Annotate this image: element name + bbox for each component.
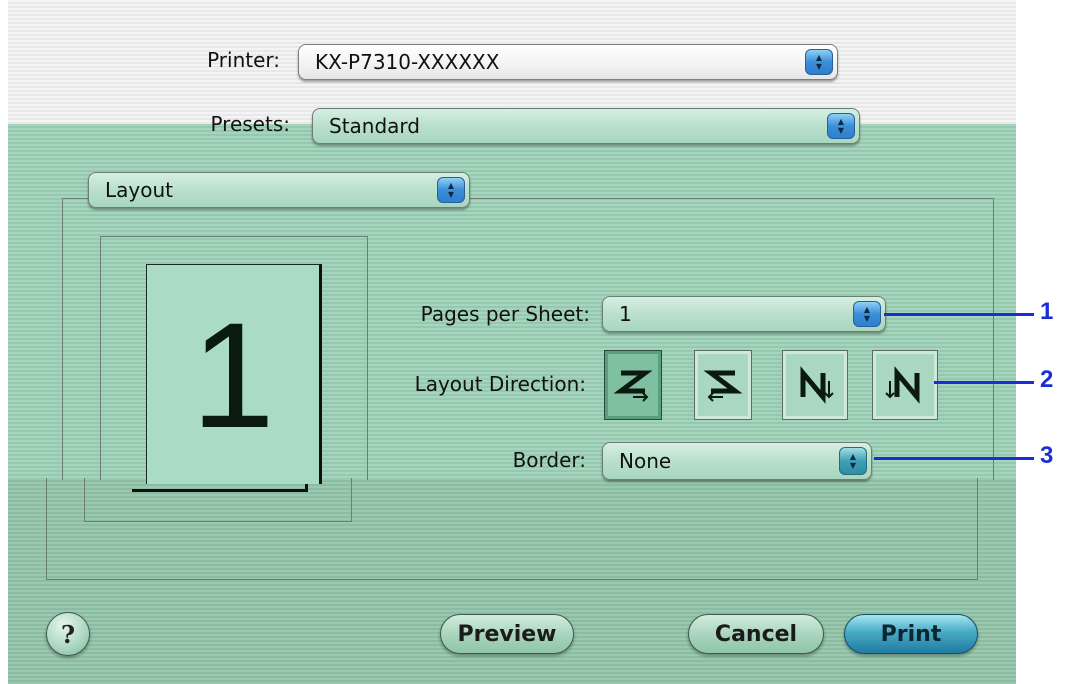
n-order-glyph	[800, 366, 834, 404]
printer-popup[interactable]: KX-P7310-XXXXXX ▲ ▼	[298, 44, 838, 80]
popup-arrows-icon: ▲ ▼	[827, 113, 855, 139]
z-order-icon[interactable]	[604, 350, 662, 420]
layout-direction-label: Layout Direction:	[414, 372, 586, 396]
popup-arrows-icon: ▲ ▼	[839, 447, 867, 475]
reverse-z-order-icon[interactable]	[694, 350, 752, 420]
page-preview: 1	[146, 264, 322, 484]
callout-3: 3	[1040, 442, 1054, 469]
z-order-glyph	[613, 370, 653, 402]
callout-2: 2	[1040, 366, 1054, 393]
reverse-n-order-icon[interactable]	[872, 350, 938, 420]
preview-button[interactable]: Preview	[440, 614, 574, 654]
printer-label: Printer:	[207, 48, 280, 72]
popup-arrows-icon: ▲ ▼	[805, 49, 833, 75]
print-button[interactable]: Print	[844, 614, 978, 654]
callout-line-2	[934, 381, 1034, 384]
reverse-n-order-glyph	[885, 366, 920, 404]
pages-per-sheet-value: 1	[619, 302, 632, 326]
callout-1: 1	[1040, 298, 1054, 325]
page-number: 1	[191, 290, 275, 459]
panel-menu-value: Layout	[105, 178, 173, 202]
popup-arrows-icon: ▲ ▼	[853, 301, 881, 327]
pages-per-sheet-label: Pages per Sheet:	[420, 302, 590, 326]
cancel-button[interactable]: Cancel	[688, 614, 824, 654]
printer-value: KX-P7310-XXXXXX	[315, 50, 500, 74]
popup-arrows-icon: ▲ ▼	[437, 177, 465, 203]
border-label: Border:	[512, 448, 586, 472]
border-popup[interactable]: None ▲ ▼	[602, 442, 872, 480]
n-order-icon[interactable]	[782, 350, 848, 420]
panel-menu-popup[interactable]: Layout ▲ ▼	[88, 172, 470, 208]
border-value: None	[619, 449, 672, 473]
presets-popup[interactable]: Standard ▲ ▼	[312, 108, 860, 144]
presets-value: Standard	[329, 114, 420, 138]
presets-label: Presets:	[210, 112, 290, 136]
reverse-z-order-glyph	[703, 370, 743, 402]
callout-line-3	[874, 457, 1034, 460]
pages-per-sheet-popup[interactable]: 1 ▲ ▼	[602, 296, 886, 332]
callout-line-1	[884, 313, 1034, 316]
help-button[interactable]: ?	[46, 612, 90, 656]
